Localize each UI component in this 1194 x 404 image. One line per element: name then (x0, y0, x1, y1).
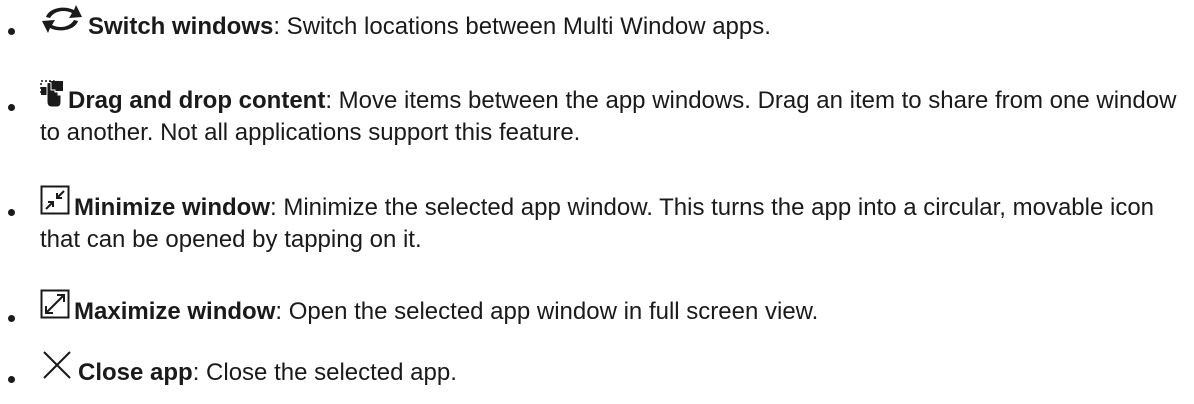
switch-windows-icon (40, 4, 84, 34)
item-content: Drag and drop content: Move items betwee… (40, 80, 1182, 149)
bullet (8, 28, 15, 35)
bullet (8, 315, 15, 322)
bullet (8, 104, 15, 111)
item-content: Maximize window: Open the selected app w… (40, 289, 1182, 328)
item-description: : Close the selected app. (192, 359, 457, 386)
item-description: : Open the selected app window in full s… (275, 298, 819, 325)
item-content: Minimize window: Minimize the selected a… (40, 185, 1182, 256)
item-description: : Switch locations between Multi Window … (273, 13, 771, 40)
bullet (8, 376, 15, 383)
minimize-window-icon (40, 185, 70, 215)
item-content: Switch windows: Switch locations between… (40, 4, 1182, 43)
item-term: Drag and drop content (68, 87, 326, 114)
bullet (8, 209, 15, 216)
item-content: Close app: Close the selected app. (40, 350, 1182, 389)
drag-and-drop-icon (40, 80, 64, 108)
item-term: Maximize window (74, 298, 276, 325)
close-icon (40, 350, 74, 380)
maximize-window-icon (40, 289, 70, 319)
item-term: Switch windows (88, 13, 274, 40)
item-term: Close app (78, 359, 193, 386)
item-term: Minimize window (74, 194, 270, 221)
